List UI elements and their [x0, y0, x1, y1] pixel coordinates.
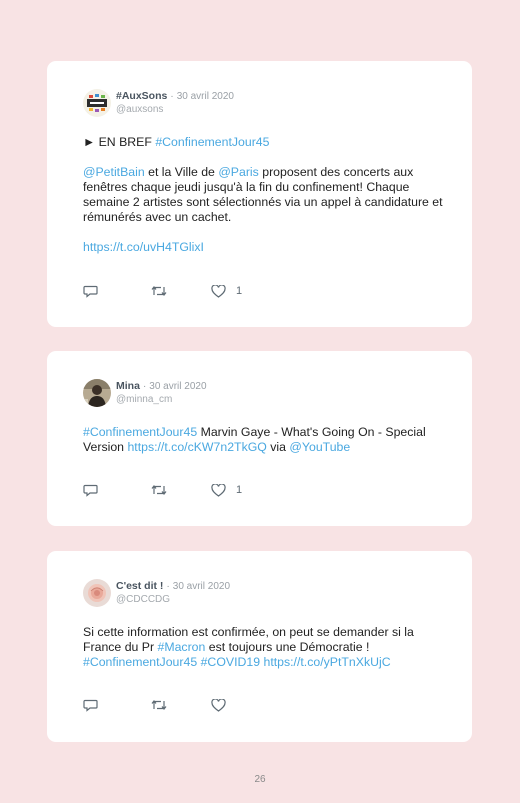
mention-link[interactable]: @Paris — [218, 165, 259, 179]
reply-icon — [83, 484, 98, 497]
author-handle[interactable]: @CDCCDG — [116, 595, 230, 605]
reply-button[interactable] — [83, 698, 98, 712]
tweet-text: #ConfinementJour45 Marvin Gaye - What's … — [83, 425, 426, 454]
heart-icon — [211, 483, 226, 497]
tweet-card: Mina · 30 avril 2020 @minna_cm #Confinem… — [47, 351, 472, 526]
reply-button[interactable] — [83, 284, 98, 298]
author-name[interactable]: #AuxSons — [116, 90, 167, 102]
tweet-actions: 1 — [83, 483, 242, 497]
tweet-card: #AuxSons · 30 avril 2020 @auxsons ► EN B… — [47, 61, 472, 327]
tweet-date[interactable]: 30 avril 2020 — [173, 581, 230, 592]
retweet-button[interactable] — [150, 698, 168, 712]
mention-link[interactable]: @PetitBain — [83, 165, 145, 179]
tweet-text: Si cette information est confirmée, on p… — [83, 625, 414, 669]
author-handle[interactable]: @auxsons — [116, 105, 234, 115]
bullet-marker: ► EN BREF — [83, 135, 156, 149]
reply-button[interactable] — [83, 483, 98, 497]
tweet-header: C'est dit ! · 30 avril 2020 @CDCCDG — [83, 579, 230, 607]
tweet-date[interactable]: 30 avril 2020 — [149, 381, 206, 392]
tweet-actions — [83, 698, 236, 712]
retweet-icon — [151, 286, 167, 296]
page-number: 26 — [254, 774, 266, 785]
heart-icon — [211, 698, 226, 712]
tweet-card: C'est dit ! · 30 avril 2020 @CDCCDG Si c… — [47, 551, 472, 742]
auxsons-logo-icon[interactable] — [83, 89, 111, 117]
url-link[interactable]: https://t.co/yPtTnXkUjC — [263, 655, 390, 669]
tweet-header: Mina · 30 avril 2020 @minna_cm — [83, 379, 207, 407]
person-photo-icon[interactable] — [83, 379, 111, 407]
like-count: 1 — [236, 285, 243, 297]
retweet-icon — [151, 485, 167, 495]
like-count: 1 — [236, 484, 243, 496]
tweet-text: ► EN BREF #ConfinementJour45 @PetitBain … — [83, 135, 443, 254]
reply-icon — [83, 285, 98, 298]
author-name[interactable]: Mina — [116, 380, 140, 392]
author-name[interactable]: C'est dit ! — [116, 580, 163, 592]
heart-icon — [211, 284, 226, 298]
hashtag-link[interactable]: #ConfinementJour45 — [83, 655, 197, 669]
retweet-icon — [151, 700, 167, 710]
retweet-button[interactable] — [150, 284, 168, 298]
retweet-button[interactable] — [150, 483, 168, 497]
tweet-date[interactable]: 30 avril 2020 — [177, 91, 234, 102]
url-link[interactable]: https://t.co/uvH4TGlixI — [83, 240, 204, 254]
like-button[interactable]: 1 — [211, 483, 243, 497]
mention-link[interactable]: @YouTube — [289, 440, 350, 454]
hashtag-link[interactable]: #Macron — [158, 640, 206, 654]
rose-photo-icon[interactable] — [83, 579, 111, 607]
author-handle[interactable]: @minna_cm — [116, 395, 207, 405]
tweet-actions: 1 — [83, 284, 242, 298]
url-link[interactable]: https://t.co/cKW7n2TkGQ — [127, 440, 266, 454]
like-button[interactable]: 1 — [211, 284, 243, 298]
like-button[interactable] — [211, 698, 236, 712]
tweet-header: #AuxSons · 30 avril 2020 @auxsons — [83, 89, 234, 117]
hashtag-link[interactable]: #ConfinementJour45 — [155, 135, 269, 149]
reply-icon — [83, 699, 98, 712]
hashtag-link[interactable]: #COVID19 — [201, 655, 260, 669]
hashtag-link[interactable]: #ConfinementJour45 — [83, 425, 197, 439]
